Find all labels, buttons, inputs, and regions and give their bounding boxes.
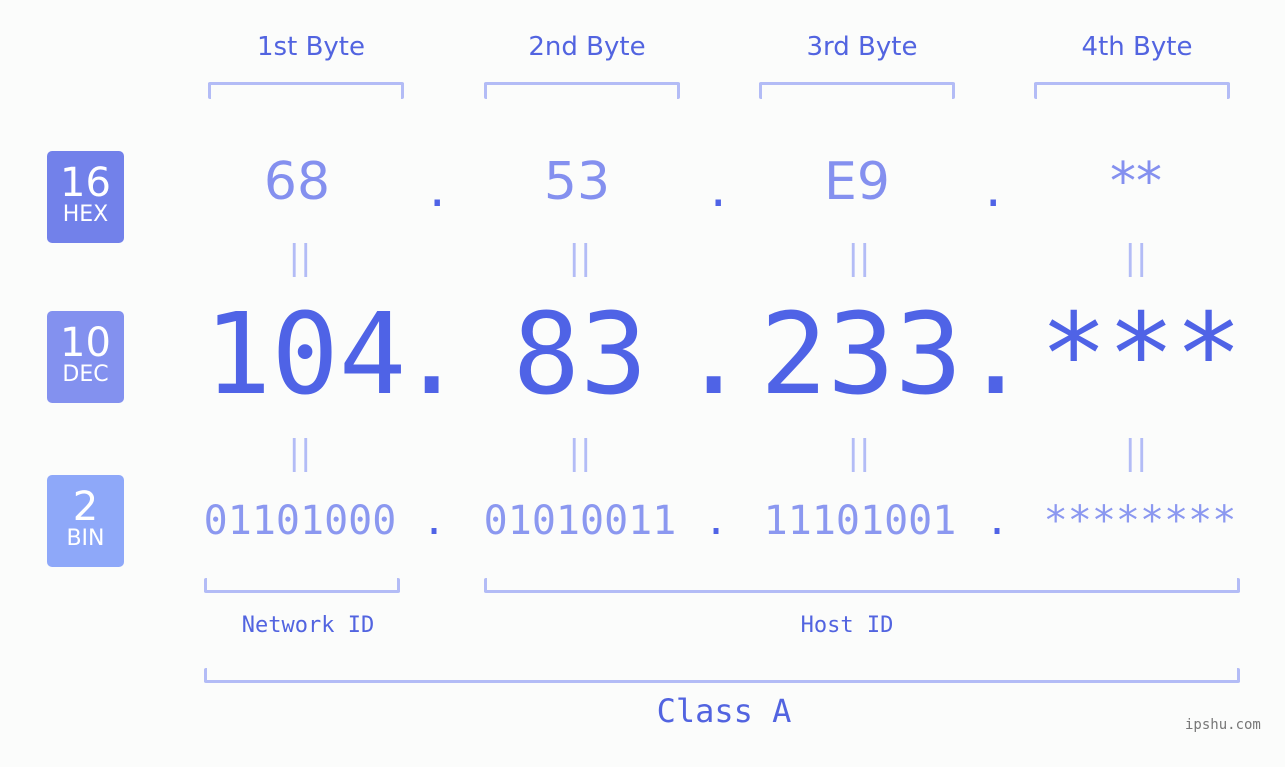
header-byte-2: 2nd Byte xyxy=(528,32,646,62)
hex-separator-2: . xyxy=(705,166,732,217)
hex-separator-3: . xyxy=(980,166,1007,217)
bin-byte-2: 01010011 xyxy=(483,498,677,544)
bin-byte-1: 01101000 xyxy=(203,498,397,544)
equals-dec-bin-1: || xyxy=(288,433,312,473)
bracket-byte-1 xyxy=(208,82,404,99)
hex-byte-3: E9 xyxy=(824,152,890,212)
dec-separator-3: . xyxy=(962,290,1030,420)
bin-badge: 2 BIN xyxy=(47,475,124,567)
bin-separator-3: . xyxy=(985,498,1010,544)
equals-hex-dec-2: || xyxy=(568,238,592,278)
dec-byte-1: 104 xyxy=(204,290,407,420)
dec-badge: 10 DEC xyxy=(47,311,124,403)
bin-byte-3: 11101001 xyxy=(763,498,957,544)
equals-hex-dec-3: || xyxy=(847,238,871,278)
bin-separator-2: . xyxy=(704,498,729,544)
equals-dec-bin-4: || xyxy=(1124,433,1148,473)
bin-badge-number: 2 xyxy=(72,484,99,530)
bin-separator-1: . xyxy=(422,498,447,544)
dec-badge-label: DEC xyxy=(62,362,109,387)
hex-byte-4: ** xyxy=(1110,152,1162,212)
class-bracket xyxy=(204,668,1240,683)
equals-dec-bin-3: || xyxy=(847,433,871,473)
header-byte-4: 4th Byte xyxy=(1081,32,1193,62)
dec-byte-4: *** xyxy=(1040,290,1243,420)
header-byte-1: 1st Byte xyxy=(257,32,365,62)
dec-separator-1: . xyxy=(398,290,466,420)
network-id-bracket xyxy=(204,578,400,593)
class-label: Class A xyxy=(656,692,792,730)
network-id-label: Network ID xyxy=(241,613,375,638)
hex-badge: 16 HEX xyxy=(47,151,124,243)
watermark: ipshu.com xyxy=(1185,717,1261,733)
host-id-label: Host ID xyxy=(800,613,894,638)
header-byte-3: 3rd Byte xyxy=(806,32,918,62)
bin-byte-4: ******** xyxy=(1043,498,1237,544)
dec-byte-2: 83 xyxy=(512,290,648,420)
bracket-byte-2 xyxy=(484,82,680,99)
bracket-byte-3 xyxy=(759,82,955,99)
hex-byte-2: 53 xyxy=(543,152,611,212)
equals-hex-dec-4: || xyxy=(1124,238,1148,278)
hex-badge-number: 16 xyxy=(60,160,111,206)
bin-badge-label: BIN xyxy=(66,526,105,551)
hex-separator-1: . xyxy=(424,166,451,217)
hex-byte-1: 68 xyxy=(263,152,331,212)
host-id-bracket xyxy=(484,578,1240,593)
dec-separator-2: . xyxy=(680,290,748,420)
bracket-byte-4 xyxy=(1034,82,1230,99)
hex-badge-label: HEX xyxy=(62,202,109,227)
dec-byte-3: 233 xyxy=(760,290,963,420)
dec-badge-number: 10 xyxy=(60,320,111,366)
equals-hex-dec-1: || xyxy=(288,238,312,278)
equals-dec-bin-2: || xyxy=(568,433,592,473)
